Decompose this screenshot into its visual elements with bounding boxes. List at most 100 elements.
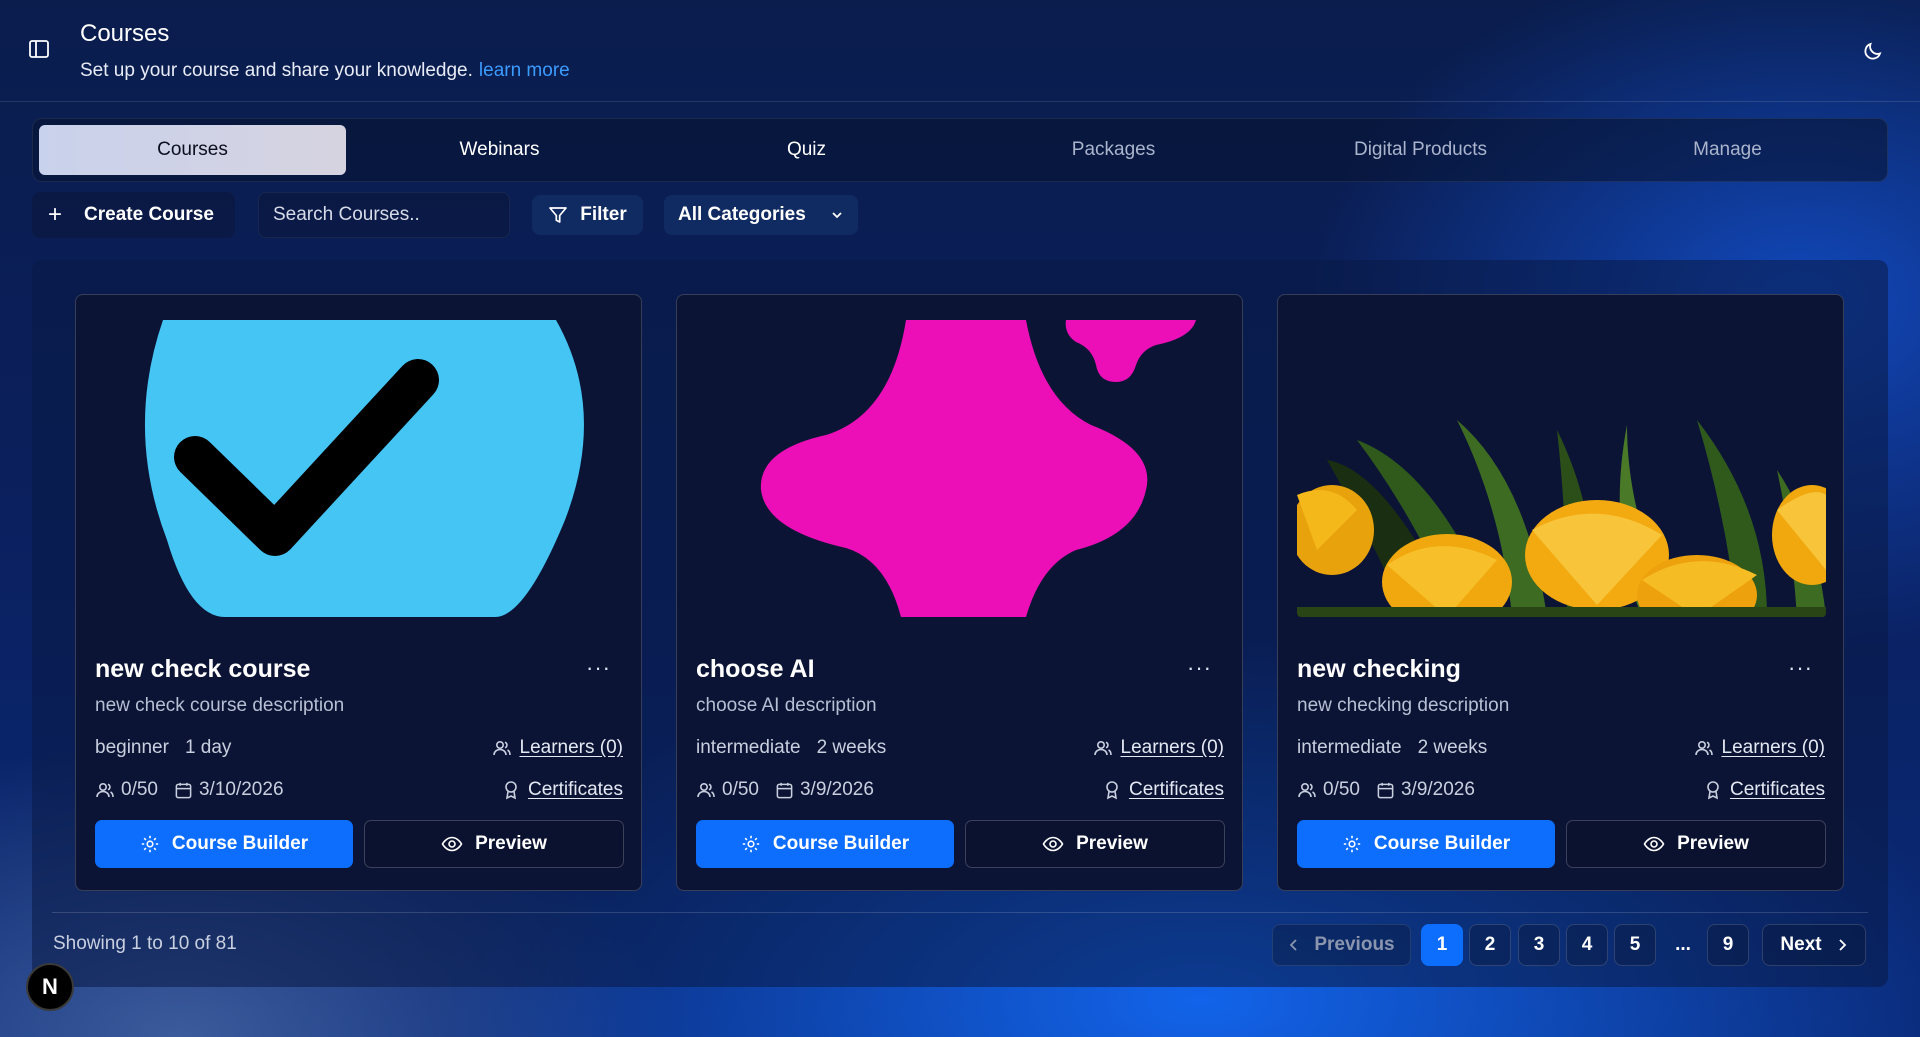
page-button-3[interactable]: 3 bbox=[1518, 924, 1560, 966]
next-page-button[interactable]: Next bbox=[1762, 924, 1866, 966]
certificates-link-text: Certificates bbox=[1128, 779, 1224, 800]
course-meta: intermediate 2 weeks bbox=[1297, 737, 1487, 759]
page-subtitle: Set up your course and share your knowle… bbox=[80, 60, 570, 82]
course-stats: 0/50 3/9/2026 bbox=[696, 779, 874, 801]
users-icon bbox=[492, 738, 512, 758]
page-button-2[interactable]: 2 bbox=[1469, 924, 1511, 966]
page-button-1[interactable]: 1 bbox=[1421, 924, 1463, 966]
course-builder-button[interactable]: Course Builder bbox=[95, 820, 353, 868]
capacity-value: 0/50 bbox=[1323, 779, 1360, 800]
gear-icon bbox=[140, 834, 160, 854]
course-card: new checking ··· new checking descriptio… bbox=[1277, 294, 1844, 891]
sidebar-toggle-icon[interactable] bbox=[28, 38, 50, 60]
capacity-stat: 0/50 bbox=[95, 779, 158, 801]
preview-label: Preview bbox=[475, 833, 547, 854]
more-options-icon[interactable]: ··· bbox=[1788, 655, 1813, 681]
learners-link-text: Learners (0) bbox=[519, 737, 624, 758]
learners-link[interactable]: Learners (0) bbox=[1694, 737, 1826, 759]
page-header: Courses Set up your course and share you… bbox=[0, 0, 1920, 102]
previous-page-button[interactable]: Previous bbox=[1272, 924, 1411, 966]
learners-link-text: Learners (0) bbox=[1120, 737, 1225, 758]
tab-packages[interactable]: Packages bbox=[960, 125, 1267, 175]
course-date: 3/9/2026 bbox=[1400, 779, 1475, 800]
calendar-icon bbox=[1377, 782, 1394, 798]
course-stats: 0/50 3/9/2026 bbox=[1297, 779, 1475, 801]
create-course-button[interactable]: + Create Course bbox=[32, 192, 235, 238]
more-options-icon[interactable]: ··· bbox=[1187, 655, 1212, 681]
date-stat: 3/9/2026 bbox=[775, 779, 874, 801]
chevron-down-icon bbox=[830, 208, 844, 222]
tab-webinars[interactable]: Webinars bbox=[346, 125, 653, 175]
tab-bar: Courses Webinars Quiz Packages Digital P… bbox=[32, 118, 1888, 182]
certificates-link-text: Certificates bbox=[1729, 779, 1825, 800]
create-course-label: Create Course bbox=[84, 204, 214, 225]
preview-button[interactable]: Preview bbox=[965, 820, 1225, 868]
learn-more-link[interactable]: learn more bbox=[479, 60, 570, 81]
eye-icon bbox=[1042, 834, 1064, 854]
filter-button[interactable]: Filter bbox=[532, 195, 643, 235]
course-builder-button[interactable]: Course Builder bbox=[1297, 820, 1555, 868]
learners-link[interactable]: Learners (0) bbox=[1093, 737, 1225, 759]
chevron-left-icon bbox=[1288, 938, 1300, 952]
award-icon bbox=[1704, 780, 1722, 800]
course-duration: 2 weeks bbox=[816, 737, 887, 758]
learners-link-text: Learners (0) bbox=[1721, 737, 1826, 758]
gear-icon bbox=[1342, 834, 1362, 854]
users-icon bbox=[1298, 782, 1316, 798]
users-icon bbox=[1694, 738, 1714, 758]
capacity-value: 0/50 bbox=[121, 779, 158, 800]
certificates-link[interactable]: Certificates bbox=[1103, 779, 1224, 801]
previous-label: Previous bbox=[1314, 934, 1395, 955]
page-button-5[interactable]: 5 bbox=[1614, 924, 1656, 966]
date-stat: 3/10/2026 bbox=[174, 779, 284, 801]
certificates-link[interactable]: Certificates bbox=[502, 779, 623, 801]
course-card: choose AI ··· choose AI description inte… bbox=[676, 294, 1243, 891]
tab-courses[interactable]: Courses bbox=[39, 125, 346, 175]
award-icon bbox=[1103, 780, 1121, 800]
course-description: new check course description bbox=[95, 695, 345, 716]
preview-button[interactable]: Preview bbox=[1566, 820, 1826, 868]
course-builder-button[interactable]: Course Builder bbox=[696, 820, 954, 868]
tab-manage[interactable]: Manage bbox=[1574, 125, 1881, 175]
more-options-icon[interactable]: ··· bbox=[586, 655, 611, 681]
capacity-value: 0/50 bbox=[722, 779, 759, 800]
course-level: intermediate bbox=[696, 737, 801, 758]
category-select[interactable]: All Categories bbox=[664, 195, 858, 235]
course-thumbnail bbox=[95, 320, 624, 617]
page-button-4[interactable]: 4 bbox=[1566, 924, 1608, 966]
course-thumbnail bbox=[1297, 320, 1826, 617]
course-duration: 2 weeks bbox=[1417, 737, 1488, 758]
preview-label: Preview bbox=[1677, 833, 1749, 854]
subtitle-text: Set up your course and share your knowle… bbox=[80, 60, 473, 81]
course-builder-label: Course Builder bbox=[1373, 833, 1511, 854]
course-duration: 1 day bbox=[184, 737, 232, 758]
filter-label: Filter bbox=[580, 204, 627, 225]
eye-icon bbox=[1643, 834, 1665, 854]
course-title: new check course bbox=[95, 655, 311, 683]
course-stats: 0/50 3/10/2026 bbox=[95, 779, 284, 801]
learners-link[interactable]: Learners (0) bbox=[492, 737, 624, 759]
award-icon bbox=[502, 780, 520, 800]
page-button-9[interactable]: 9 bbox=[1707, 924, 1749, 966]
users-icon bbox=[96, 782, 114, 798]
plus-icon: + bbox=[48, 201, 63, 228]
tab-quiz[interactable]: Quiz bbox=[653, 125, 960, 175]
capacity-stat: 0/50 bbox=[696, 779, 759, 801]
users-icon bbox=[1093, 738, 1113, 758]
course-builder-label: Course Builder bbox=[171, 833, 309, 854]
preview-button[interactable]: Preview bbox=[364, 820, 624, 868]
search-input[interactable] bbox=[258, 192, 510, 238]
course-builder-label: Course Builder bbox=[772, 833, 910, 854]
page-title: Courses bbox=[80, 20, 170, 47]
pagination-ellipsis: ... bbox=[1675, 934, 1691, 955]
pagination-summary: Showing 1 to 10 of 81 bbox=[53, 933, 237, 954]
tab-digital-products[interactable]: Digital Products bbox=[1267, 125, 1574, 175]
course-meta: intermediate 2 weeks bbox=[696, 737, 886, 759]
app-badge-logo[interactable]: N bbox=[26, 963, 74, 1011]
course-title: choose AI bbox=[696, 655, 815, 683]
certificates-link[interactable]: Certificates bbox=[1704, 779, 1825, 801]
calendar-icon bbox=[776, 782, 793, 798]
moon-icon[interactable] bbox=[1862, 40, 1884, 62]
chevron-right-icon bbox=[1836, 938, 1848, 952]
course-card: new check course ··· new check course de… bbox=[75, 294, 642, 891]
